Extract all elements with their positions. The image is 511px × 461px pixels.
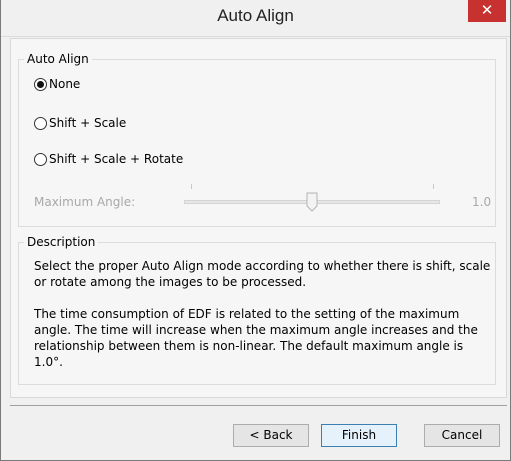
slider-tick-max xyxy=(433,184,434,189)
dialog-title: Auto Align xyxy=(217,6,294,25)
close-icon: ✕ xyxy=(480,1,494,19)
slider-tick-min xyxy=(191,184,192,189)
description-paragraph-1: Select the proper Auto Align mode accord… xyxy=(34,259,491,289)
close-button[interactable]: ✕ xyxy=(468,0,506,22)
radio-shift-scale-indicator[interactable] xyxy=(34,116,47,130)
radio-shift-scale-rotate[interactable]: Shift + Scale + Rotate xyxy=(34,152,183,166)
radio-shift-scale-rotate-label: Shift + Scale + Rotate xyxy=(49,152,184,166)
cancel-button[interactable]: Cancel xyxy=(424,424,500,447)
description-text: Select the proper Auto Align mode accord… xyxy=(34,258,494,386)
max-angle-label: Maximum Angle: xyxy=(34,195,136,209)
radio-shift-scale-label: Shift + Scale xyxy=(49,116,127,130)
dialog-window: Auto Align ✕ Auto Align None Shift + Sca… xyxy=(0,0,511,461)
radio-shift-scale-rotate-indicator[interactable] xyxy=(34,152,47,166)
radio-none[interactable]: None xyxy=(34,77,80,91)
max-angle-value: 1.0 xyxy=(472,195,492,209)
finish-button[interactable]: Finish xyxy=(321,424,397,447)
auto-align-legend: Auto Align xyxy=(27,52,89,66)
description-paragraph-2: The time consumption of EDF is related t… xyxy=(34,307,478,369)
max-angle-slider-thumb[interactable] xyxy=(306,192,318,212)
radio-none-label: None xyxy=(49,77,81,91)
back-button[interactable]: < Back xyxy=(233,424,309,447)
radio-none-indicator[interactable] xyxy=(34,77,47,91)
description-legend: Description xyxy=(27,235,96,249)
footer-separator xyxy=(10,405,507,406)
title-bar: Auto Align ✕ xyxy=(1,0,510,37)
radio-shift-scale[interactable]: Shift + Scale xyxy=(34,116,126,130)
